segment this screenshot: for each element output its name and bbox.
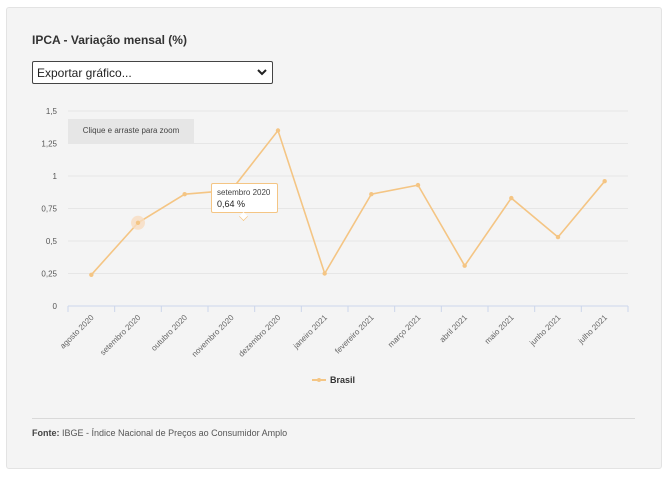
y-tick-label: 0,5	[46, 237, 58, 246]
source-label: Fonte:	[32, 428, 60, 438]
x-tick-label: abril 2021	[438, 313, 470, 345]
x-tick-label: agosto 2020	[58, 313, 96, 351]
data-point[interactable]	[369, 192, 374, 197]
x-tick-label: novembro 2020	[190, 313, 236, 359]
data-point[interactable]	[275, 128, 281, 133]
x-tick-label: maio 2021	[483, 313, 516, 346]
zoom-hint: Clique e arraste para zoom	[68, 119, 194, 143]
data-point[interactable]	[89, 272, 94, 277]
y-tick-label: 0,25	[41, 270, 57, 279]
line-chart[interactable]: 00,250,50,7511,251,5 agosto 2020 setembro…	[0, 0, 669, 479]
data-point[interactable]	[182, 192, 187, 197]
data-point[interactable]	[322, 271, 327, 276]
y-tick-label: 0,75	[41, 205, 57, 214]
source-text: IBGE - Índice Nacional de Preços ao Cons…	[62, 428, 288, 438]
data-tooltip: setembro 2020 0,64 %	[211, 183, 278, 221]
x-tick-label: julho 2021	[576, 313, 610, 347]
x-axis: agosto 2020 setembro 2020 outubro 2020 nove…	[58, 305, 629, 359]
legend-item-brasil[interactable]: Brasil	[312, 375, 355, 385]
y-tick-label: 1,5	[46, 107, 58, 116]
data-point[interactable]	[135, 220, 141, 225]
legend-label: Brasil	[330, 375, 356, 385]
x-tick-label: dezembro 2020	[237, 313, 283, 359]
x-tick-label: outubro 2020	[149, 313, 189, 353]
y-tick-label: 1	[53, 172, 58, 181]
x-tick-label: janeiro 2021	[291, 313, 330, 352]
data-point[interactable]	[602, 179, 607, 184]
x-tick-label: fevereiro 2021	[333, 313, 376, 356]
series-brasil	[89, 128, 607, 277]
source-note: Fonte: IBGE - Índice Nacional de Preços …	[32, 428, 287, 438]
data-point[interactable]	[415, 182, 421, 188]
data-point[interactable]	[509, 195, 514, 201]
legend-line-icon	[312, 376, 326, 384]
data-point[interactable]	[555, 234, 561, 240]
y-tick-label: 1,25	[41, 140, 57, 149]
divider	[32, 418, 635, 419]
tooltip-value: 0,64 %	[217, 199, 246, 209]
series-line	[90, 128, 606, 276]
tooltip-category: setembro 2020	[217, 188, 271, 197]
x-tick-label: março 2021	[386, 313, 423, 350]
x-tick-label: junho 2021	[527, 313, 562, 348]
x-tick-label: setembro 2020	[98, 313, 142, 357]
y-axis-ticks: 0 0,25 0,5 0,75 1 1,25 1,5	[41, 107, 57, 311]
data-point[interactable]	[462, 263, 467, 268]
y-tick-label: 0	[53, 302, 58, 311]
